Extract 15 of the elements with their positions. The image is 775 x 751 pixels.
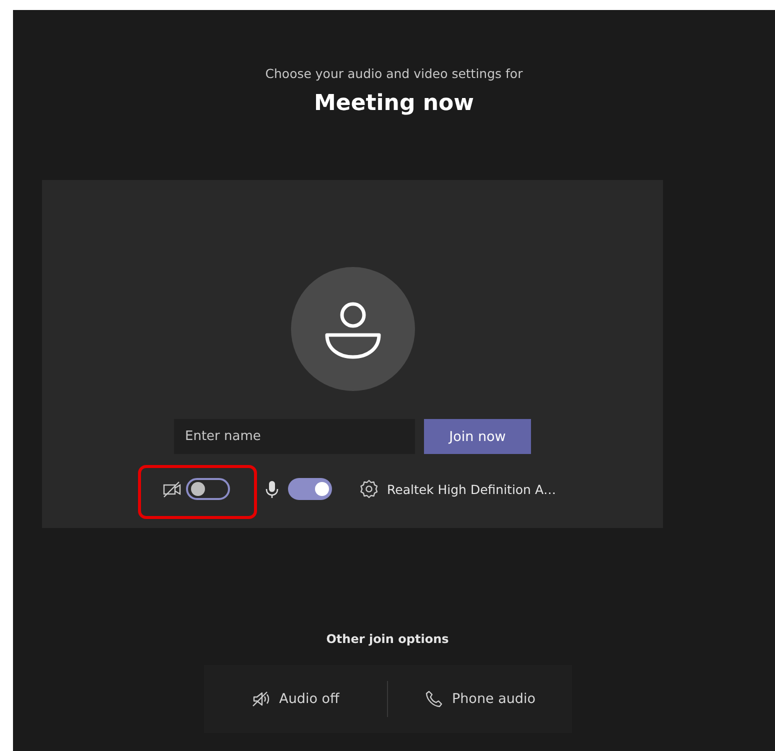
other-options-title: Other join options bbox=[326, 632, 449, 646]
phone-audio-option[interactable]: Phone audio bbox=[388, 665, 572, 733]
audio-off-option[interactable]: Audio off bbox=[204, 665, 387, 733]
audio-device-label[interactable]: Realtek High Definition A… bbox=[387, 482, 556, 496]
settings-icon[interactable] bbox=[359, 479, 379, 499]
microphone-toggle[interactable] bbox=[288, 478, 332, 500]
camera-off-icon bbox=[162, 479, 182, 499]
avatar-icon bbox=[290, 267, 414, 391]
meeting-title: Meeting now bbox=[314, 91, 474, 116]
camera-toggle[interactable] bbox=[186, 478, 230, 500]
join-button[interactable]: Join now bbox=[424, 419, 531, 454]
subtitle: Choose your audio and video settings for bbox=[265, 66, 523, 81]
phone-icon bbox=[424, 689, 444, 709]
name-field[interactable]: Enter name bbox=[174, 419, 415, 454]
speaker-off-icon bbox=[251, 689, 272, 709]
